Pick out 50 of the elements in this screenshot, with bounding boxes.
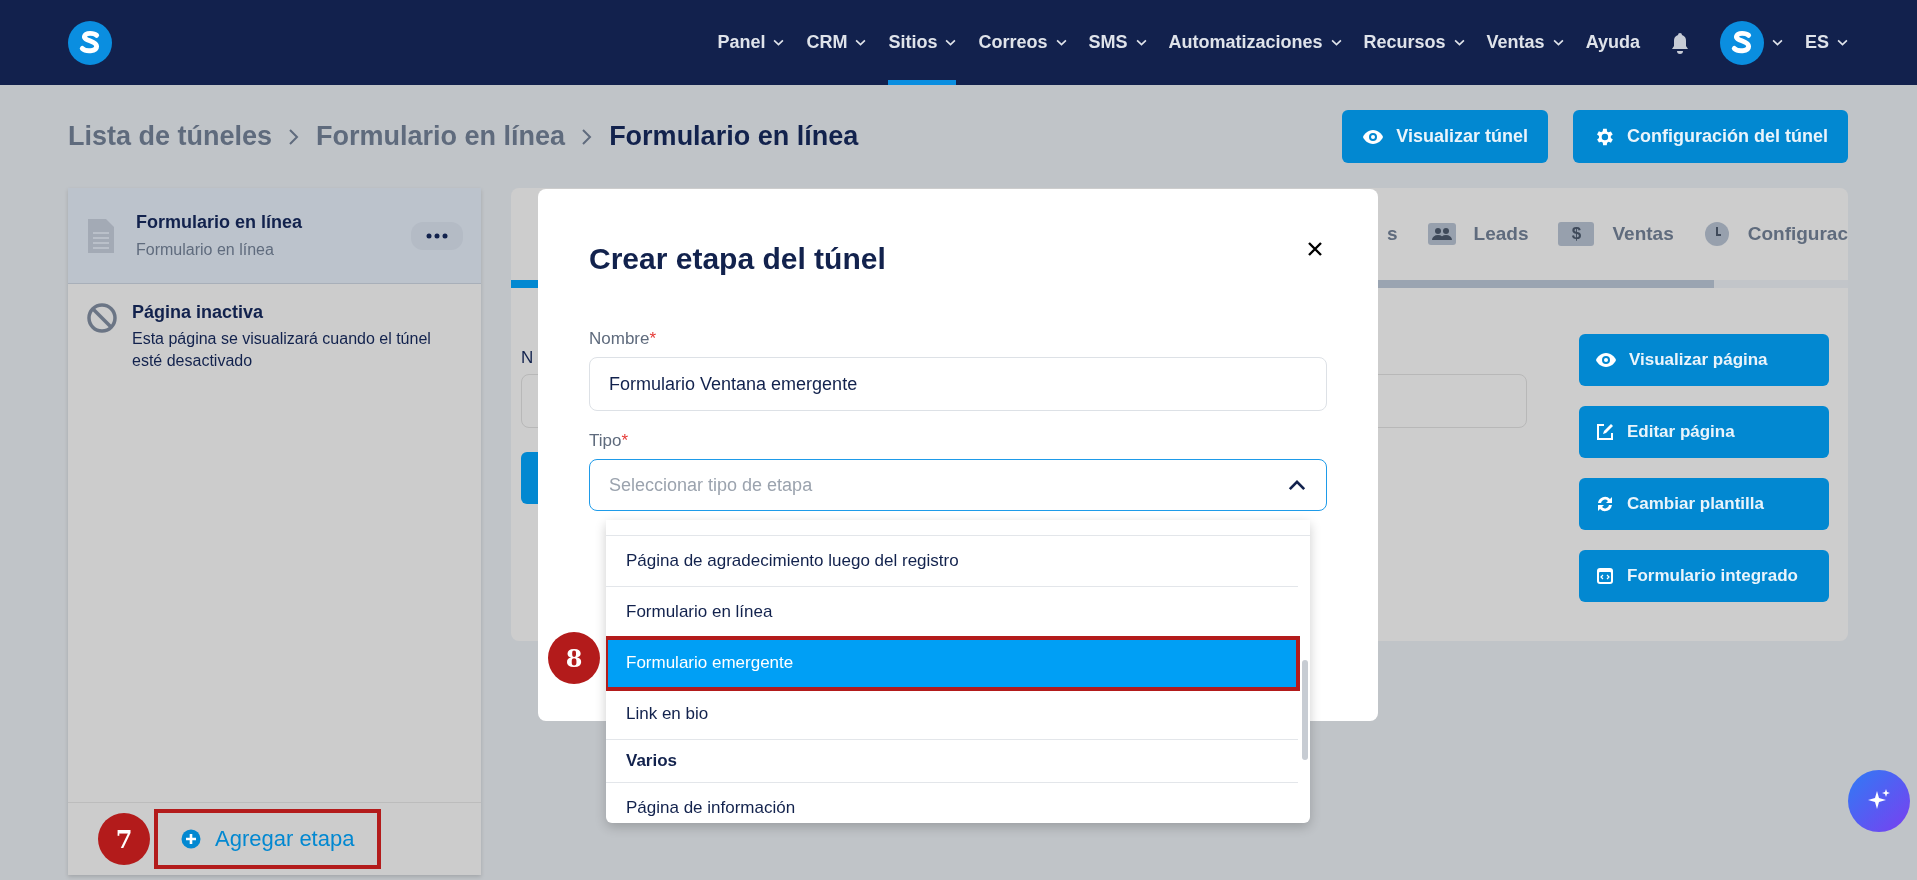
field-label: Tipo* <box>589 431 630 451</box>
field-label: Nombre* <box>589 329 658 349</box>
nav-menu-item[interactable]: Sitios <box>888 0 957 85</box>
close-icon <box>1308 242 1322 256</box>
language-selector[interactable]: ES <box>1805 0 1848 85</box>
nav-menu-item[interactable]: CRM <box>806 0 867 85</box>
eye-icon <box>1595 352 1617 368</box>
name-input[interactable]: Formulario Ventana emergente <box>589 357 1327 411</box>
dropdown-option[interactable]: Link en bio <box>606 689 1298 740</box>
type-select[interactable]: Seleccionar tipo de etapa <box>589 459 1327 511</box>
bell-icon[interactable] <box>1670 31 1690 54</box>
nav-menu-item[interactable]: Panel <box>717 0 785 85</box>
step-number-badge: 7 <box>98 813 150 865</box>
logo-icon[interactable] <box>68 20 112 65</box>
inactive-page-description: Esta página se visualizará cuando el túnel esté desactivado <box>132 329 432 372</box>
type-search-input[interactable]: Seleccionar tipo de etapa <box>609 474 1288 496</box>
dropdown-option[interactable]: Página de información <box>606 783 1298 823</box>
nav-menu-item[interactable]: Automatizaciones <box>1168 0 1342 85</box>
plus-circle-icon <box>181 829 201 849</box>
code-window-icon <box>1595 566 1615 586</box>
scrollbar-thumb[interactable] <box>1302 660 1308 760</box>
document-icon <box>86 216 116 255</box>
chevron-down-icon <box>1837 39 1848 46</box>
nav-menu-item[interactable]: SMS <box>1088 0 1147 85</box>
inactive-page-title: Página inactiva <box>132 302 265 323</box>
nav-menu-item[interactable]: Ventas <box>1486 0 1564 85</box>
dropdown-option[interactable]: Página de agradecimiento luego del registro <box>606 536 1298 587</box>
option-group-heading: Varios <box>606 740 1298 783</box>
stage-title: Formulario en línea <box>136 212 304 233</box>
more-options-button[interactable] <box>411 221 463 250</box>
breadcrumb-current: Formulario en línea <box>609 121 859 152</box>
chevron-up-icon <box>1288 479 1306 491</box>
chevron-down-icon <box>1772 39 1783 46</box>
nav-menu-item[interactable]: Ayuda <box>1585 0 1640 85</box>
edit-icon <box>1595 422 1615 442</box>
chevron-right-icon <box>288 127 301 146</box>
refresh-icon <box>1595 494 1615 514</box>
eye-icon <box>1362 128 1385 145</box>
prohibited-icon <box>86 302 118 334</box>
chevron-right-icon <box>581 127 594 146</box>
people-icon <box>1427 223 1456 245</box>
stage-item[interactable]: Formulario en línea Formulario en línea <box>68 188 481 284</box>
more-icon <box>426 232 448 239</box>
nav-menu-item[interactable]: Recursos <box>1363 0 1465 85</box>
nav-menu-item[interactable]: Correos <box>978 0 1067 85</box>
account-menu-button[interactable] <box>1720 20 1783 65</box>
stage-type: Formulario en línea <box>136 241 275 259</box>
field-label: N <box>521 348 535 368</box>
dialog-title: Crear etapa del túnel <box>589 242 886 276</box>
clock-icon <box>1703 221 1730 247</box>
